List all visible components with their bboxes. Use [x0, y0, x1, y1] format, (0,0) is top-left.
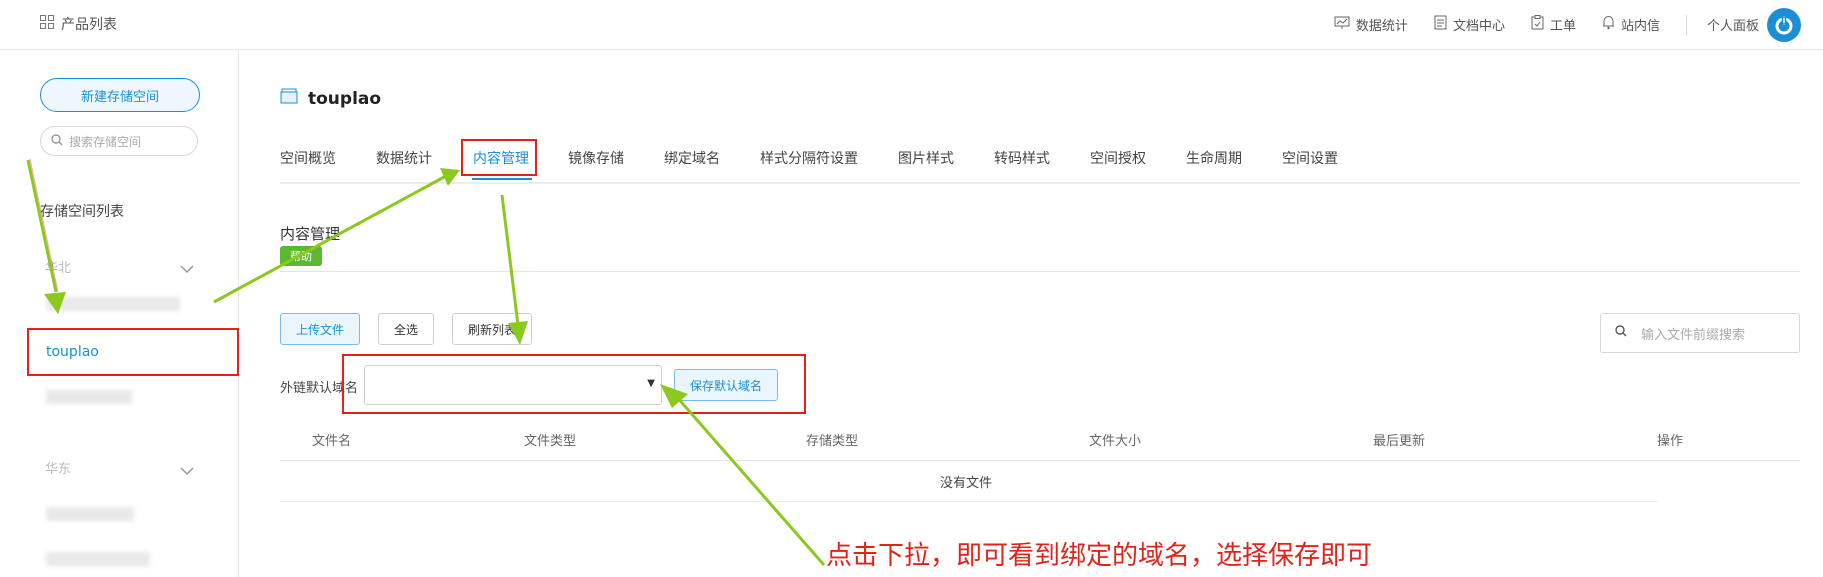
arrow-head [508, 321, 528, 345]
annotation-arrows [26, 158, 826, 566]
arrow-head [44, 292, 66, 314]
annotation-note: 点击下拉，即可看到绑定的域名，选择保存即可 [826, 541, 1373, 571]
